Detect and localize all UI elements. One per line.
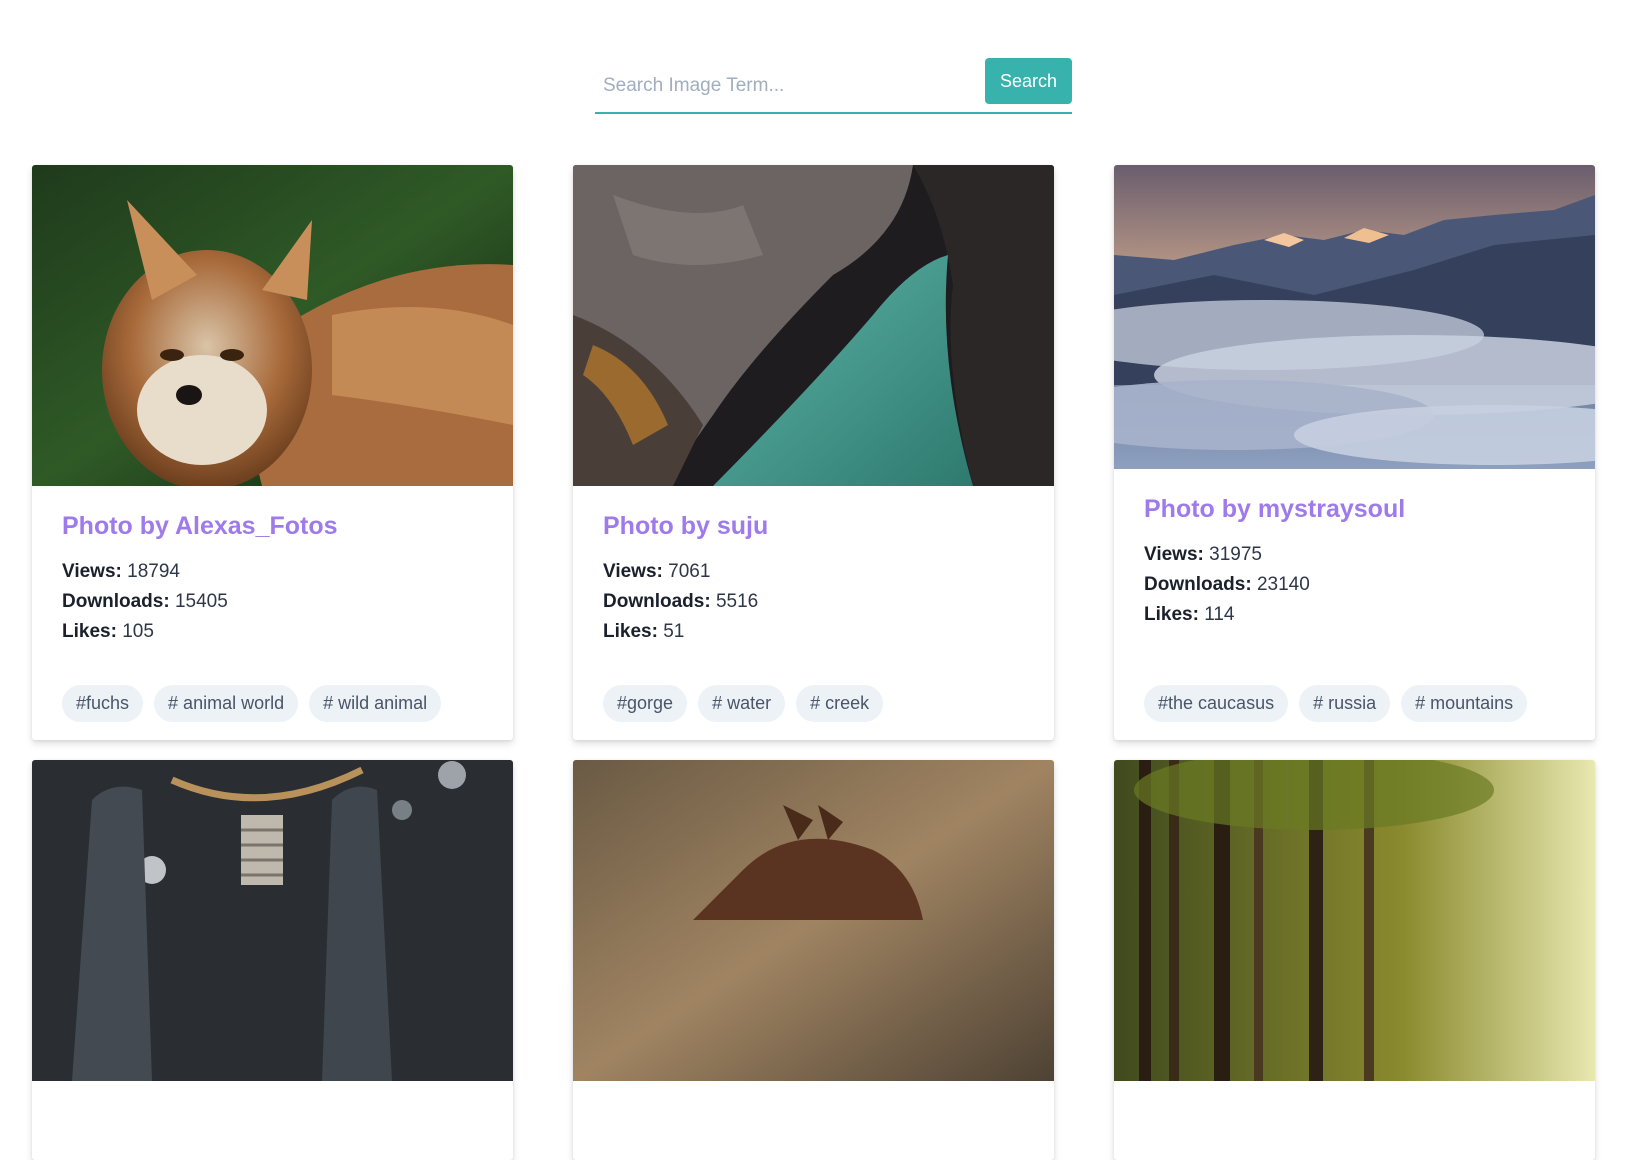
image-card bbox=[32, 760, 513, 1160]
likes-stat: Likes: 105 bbox=[62, 617, 483, 647]
downloads-label: Downloads: bbox=[62, 591, 170, 612]
card-title: Photo by mystraysoul bbox=[1144, 495, 1406, 523]
card-title: Photo by suju bbox=[603, 512, 769, 540]
tag[interactable]: #fuchs bbox=[62, 685, 144, 722]
mountains-photo[interactable] bbox=[1114, 165, 1595, 469]
views-stat: Views: 18794 bbox=[62, 557, 483, 587]
views-value: 7061 bbox=[668, 561, 711, 582]
tag[interactable]: #the caucasus bbox=[1144, 685, 1289, 722]
gorge-photo[interactable] bbox=[573, 165, 1054, 486]
image-card: Photo by suju Views: 7061 Downloads: 551… bbox=[573, 165, 1054, 740]
tag[interactable]: #gorge bbox=[603, 685, 688, 722]
views-label: Views: bbox=[1144, 544, 1204, 565]
likes-value: 51 bbox=[663, 621, 685, 642]
downloads-label: Downloads: bbox=[603, 591, 711, 612]
views-label: Views: bbox=[603, 561, 663, 582]
image-card bbox=[573, 760, 1054, 1160]
views-stat: Views: 7061 bbox=[603, 557, 1024, 587]
search-form: Search bbox=[595, 58, 1072, 114]
views-value: 18794 bbox=[127, 561, 180, 582]
search-button[interactable]: Search bbox=[984, 58, 1072, 104]
lightbulb-photo[interactable] bbox=[32, 760, 513, 1081]
image-grid: Photo by Alexas_Fotos Views: 18794 Downl… bbox=[32, 165, 1595, 1160]
card-body: Photo by mystraysoul Views: 31975 Downlo… bbox=[1114, 469, 1595, 740]
downloads-stat: Downloads: 23140 bbox=[1144, 570, 1565, 600]
likes-value: 105 bbox=[122, 621, 154, 642]
tag-list: #the caucasus # russia # mountains bbox=[1144, 685, 1565, 722]
likes-stat: Likes: 114 bbox=[1144, 600, 1565, 630]
downloads-value: 5516 bbox=[715, 591, 759, 612]
tag-list: #fuchs # animal world # wild animal bbox=[62, 685, 483, 722]
tag[interactable]: # mountains bbox=[1401, 685, 1528, 722]
image-card: Photo by mystraysoul Views: 31975 Downlo… bbox=[1114, 165, 1595, 740]
tag[interactable]: # creek bbox=[796, 685, 884, 722]
tag-list: #gorge # water # creek bbox=[603, 685, 1024, 722]
downloads-value: 23140 bbox=[1256, 574, 1310, 595]
card-body: Photo by Alexas_Fotos Views: 18794 Downl… bbox=[32, 486, 513, 740]
views-label: Views: bbox=[62, 561, 122, 582]
downloads-stat: Downloads: 15405 bbox=[62, 587, 483, 617]
likes-label: Likes: bbox=[603, 621, 658, 642]
card-title: Photo by Alexas_Fotos bbox=[62, 512, 338, 540]
downloads-value: 15405 bbox=[174, 591, 228, 612]
fox-photo[interactable] bbox=[32, 165, 513, 486]
tag[interactable]: # animal world bbox=[154, 685, 299, 722]
card-body: Photo by suju Views: 7061 Downloads: 551… bbox=[573, 486, 1054, 740]
image-card bbox=[1114, 760, 1595, 1160]
downloads-stat: Downloads: 5516 bbox=[603, 587, 1024, 617]
likes-stat: Likes: 51 bbox=[603, 617, 1024, 647]
likes-value: 114 bbox=[1204, 604, 1235, 625]
tag[interactable]: # wild animal bbox=[309, 685, 442, 722]
tag[interactable]: # russia bbox=[1299, 685, 1391, 722]
image-card: Photo by Alexas_Fotos Views: 18794 Downl… bbox=[32, 165, 513, 740]
forest-photo[interactable] bbox=[1114, 760, 1595, 1081]
horse-photo[interactable] bbox=[573, 760, 1054, 1081]
views-stat: Views: 31975 bbox=[1144, 540, 1565, 570]
likes-label: Likes: bbox=[1144, 604, 1199, 625]
tag[interactable]: # water bbox=[698, 685, 786, 722]
downloads-label: Downloads: bbox=[1144, 574, 1252, 595]
views-value: 31975 bbox=[1209, 544, 1262, 565]
likes-label: Likes: bbox=[62, 621, 117, 642]
